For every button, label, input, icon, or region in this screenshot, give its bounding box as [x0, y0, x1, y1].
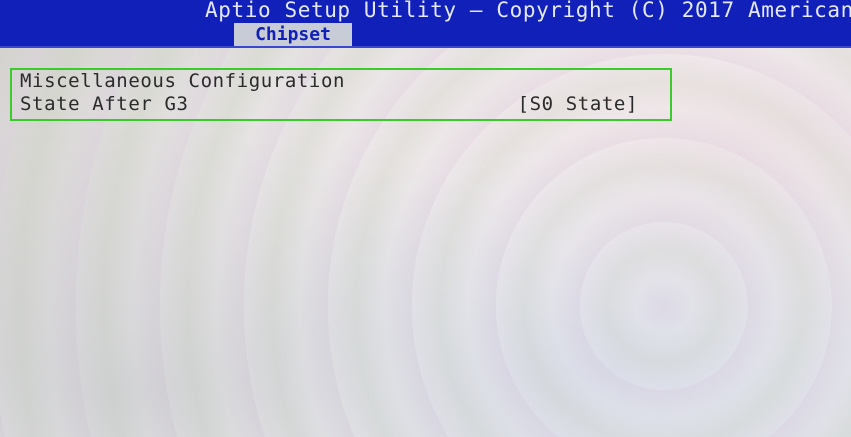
section-title: Miscellaneous Configuration — [20, 70, 346, 92]
setting-label: State After G3 — [20, 93, 189, 115]
setting-value[interactable]: [S0 State] — [518, 93, 638, 115]
tab-chipset[interactable]: Chipset — [234, 23, 352, 46]
utility-title: Aptio Setup Utility – Copyright (C) 2017… — [205, 0, 851, 22]
setting-state-after-g3[interactable]: State After G3 [S0 State] — [18, 93, 648, 117]
title-bar: Aptio Setup Utility – Copyright (C) 2017… — [0, 0, 851, 48]
